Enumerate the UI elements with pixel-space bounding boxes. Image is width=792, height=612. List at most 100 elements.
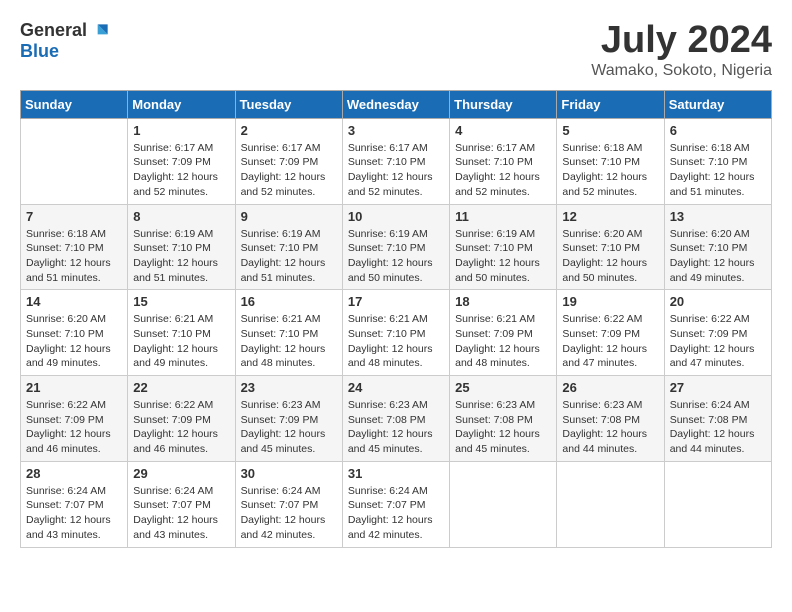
logo-general: General — [20, 20, 87, 41]
day-info: Sunrise: 6:17 AMSunset: 7:09 PMDaylight:… — [133, 141, 229, 200]
day-number: 19 — [562, 294, 658, 309]
col-friday: Friday — [557, 90, 664, 118]
col-saturday: Saturday — [664, 90, 771, 118]
day-number: 15 — [133, 294, 229, 309]
day-number: 4 — [455, 123, 551, 138]
day-info: Sunrise: 6:18 AMSunset: 7:10 PMDaylight:… — [562, 141, 658, 200]
day-number: 26 — [562, 380, 658, 395]
table-row — [450, 461, 557, 547]
day-number: 14 — [26, 294, 122, 309]
table-row: 17 Sunrise: 6:21 AMSunset: 7:10 PMDaylig… — [342, 290, 449, 376]
table-row: 30 Sunrise: 6:24 AMSunset: 7:07 PMDaylig… — [235, 461, 342, 547]
day-number: 13 — [670, 209, 766, 224]
day-info: Sunrise: 6:19 AMSunset: 7:10 PMDaylight:… — [133, 227, 229, 286]
day-number: 20 — [670, 294, 766, 309]
logo: General Blue — [20, 20, 111, 62]
day-info: Sunrise: 6:24 AMSunset: 7:07 PMDaylight:… — [133, 484, 229, 543]
table-row: 1 Sunrise: 6:17 AMSunset: 7:09 PMDayligh… — [128, 118, 235, 204]
table-row: 10 Sunrise: 6:19 AMSunset: 7:10 PMDaylig… — [342, 204, 449, 290]
day-info: Sunrise: 6:22 AMSunset: 7:09 PMDaylight:… — [26, 398, 122, 457]
day-number: 17 — [348, 294, 444, 309]
day-info: Sunrise: 6:18 AMSunset: 7:10 PMDaylight:… — [670, 141, 766, 200]
day-info: Sunrise: 6:19 AMSunset: 7:10 PMDaylight:… — [241, 227, 337, 286]
page-header: General Blue July 2024 Wamako, Sokoto, N… — [20, 20, 772, 80]
table-row: 6 Sunrise: 6:18 AMSunset: 7:10 PMDayligh… — [664, 118, 771, 204]
day-info: Sunrise: 6:22 AMSunset: 7:09 PMDaylight:… — [562, 312, 658, 371]
day-number: 27 — [670, 380, 766, 395]
day-number: 21 — [26, 380, 122, 395]
table-row: 23 Sunrise: 6:23 AMSunset: 7:09 PMDaylig… — [235, 376, 342, 462]
title-block: July 2024 Wamako, Sokoto, Nigeria — [591, 20, 772, 80]
day-info: Sunrise: 6:24 AMSunset: 7:08 PMDaylight:… — [670, 398, 766, 457]
table-row: 18 Sunrise: 6:21 AMSunset: 7:09 PMDaylig… — [450, 290, 557, 376]
table-row: 16 Sunrise: 6:21 AMSunset: 7:10 PMDaylig… — [235, 290, 342, 376]
table-row: 5 Sunrise: 6:18 AMSunset: 7:10 PMDayligh… — [557, 118, 664, 204]
day-number: 11 — [455, 209, 551, 224]
day-number: 24 — [348, 380, 444, 395]
day-number: 3 — [348, 123, 444, 138]
day-info: Sunrise: 6:22 AMSunset: 7:09 PMDaylight:… — [133, 398, 229, 457]
day-number: 25 — [455, 380, 551, 395]
day-number: 9 — [241, 209, 337, 224]
table-row: 14 Sunrise: 6:20 AMSunset: 7:10 PMDaylig… — [21, 290, 128, 376]
day-info: Sunrise: 6:23 AMSunset: 7:08 PMDaylight:… — [562, 398, 658, 457]
day-number: 10 — [348, 209, 444, 224]
day-number: 18 — [455, 294, 551, 309]
month-year: July 2024 — [591, 20, 772, 62]
day-info: Sunrise: 6:18 AMSunset: 7:10 PMDaylight:… — [26, 227, 122, 286]
table-row: 15 Sunrise: 6:21 AMSunset: 7:10 PMDaylig… — [128, 290, 235, 376]
table-row: 19 Sunrise: 6:22 AMSunset: 7:09 PMDaylig… — [557, 290, 664, 376]
day-info: Sunrise: 6:20 AMSunset: 7:10 PMDaylight:… — [26, 312, 122, 371]
calendar-table: Sunday Monday Tuesday Wednesday Thursday… — [20, 90, 772, 548]
table-row: 31 Sunrise: 6:24 AMSunset: 7:07 PMDaylig… — [342, 461, 449, 547]
table-row: 22 Sunrise: 6:22 AMSunset: 7:09 PMDaylig… — [128, 376, 235, 462]
day-info: Sunrise: 6:17 AMSunset: 7:09 PMDaylight:… — [241, 141, 337, 200]
day-info: Sunrise: 6:19 AMSunset: 7:10 PMDaylight:… — [455, 227, 551, 286]
day-number: 5 — [562, 123, 658, 138]
day-number: 16 — [241, 294, 337, 309]
day-info: Sunrise: 6:17 AMSunset: 7:10 PMDaylight:… — [455, 141, 551, 200]
col-wednesday: Wednesday — [342, 90, 449, 118]
table-row: 27 Sunrise: 6:24 AMSunset: 7:08 PMDaylig… — [664, 376, 771, 462]
day-number: 12 — [562, 209, 658, 224]
table-row — [664, 461, 771, 547]
table-row: 29 Sunrise: 6:24 AMSunset: 7:07 PMDaylig… — [128, 461, 235, 547]
day-number: 31 — [348, 466, 444, 481]
table-row: 8 Sunrise: 6:19 AMSunset: 7:10 PMDayligh… — [128, 204, 235, 290]
day-info: Sunrise: 6:21 AMSunset: 7:10 PMDaylight:… — [348, 312, 444, 371]
day-info: Sunrise: 6:24 AMSunset: 7:07 PMDaylight:… — [348, 484, 444, 543]
table-row: 20 Sunrise: 6:22 AMSunset: 7:09 PMDaylig… — [664, 290, 771, 376]
day-info: Sunrise: 6:21 AMSunset: 7:10 PMDaylight:… — [241, 312, 337, 371]
table-row: 3 Sunrise: 6:17 AMSunset: 7:10 PMDayligh… — [342, 118, 449, 204]
col-sunday: Sunday — [21, 90, 128, 118]
day-info: Sunrise: 6:23 AMSunset: 7:08 PMDaylight:… — [455, 398, 551, 457]
day-info: Sunrise: 6:23 AMSunset: 7:09 PMDaylight:… — [241, 398, 337, 457]
day-number: 2 — [241, 123, 337, 138]
day-info: Sunrise: 6:22 AMSunset: 7:09 PMDaylight:… — [670, 312, 766, 371]
day-number: 8 — [133, 209, 229, 224]
table-row: 24 Sunrise: 6:23 AMSunset: 7:08 PMDaylig… — [342, 376, 449, 462]
table-row — [21, 118, 128, 204]
table-row: 26 Sunrise: 6:23 AMSunset: 7:08 PMDaylig… — [557, 376, 664, 462]
col-tuesday: Tuesday — [235, 90, 342, 118]
col-thursday: Thursday — [450, 90, 557, 118]
table-row: 2 Sunrise: 6:17 AMSunset: 7:09 PMDayligh… — [235, 118, 342, 204]
logo-icon — [91, 21, 111, 41]
calendar-header-row: Sunday Monday Tuesday Wednesday Thursday… — [21, 90, 772, 118]
col-monday: Monday — [128, 90, 235, 118]
day-number: 29 — [133, 466, 229, 481]
day-number: 1 — [133, 123, 229, 138]
day-info: Sunrise: 6:24 AMSunset: 7:07 PMDaylight:… — [241, 484, 337, 543]
day-info: Sunrise: 6:24 AMSunset: 7:07 PMDaylight:… — [26, 484, 122, 543]
table-row: 25 Sunrise: 6:23 AMSunset: 7:08 PMDaylig… — [450, 376, 557, 462]
table-row: 28 Sunrise: 6:24 AMSunset: 7:07 PMDaylig… — [21, 461, 128, 547]
table-row: 11 Sunrise: 6:19 AMSunset: 7:10 PMDaylig… — [450, 204, 557, 290]
day-info: Sunrise: 6:23 AMSunset: 7:08 PMDaylight:… — [348, 398, 444, 457]
table-row: 9 Sunrise: 6:19 AMSunset: 7:10 PMDayligh… — [235, 204, 342, 290]
table-row: 12 Sunrise: 6:20 AMSunset: 7:10 PMDaylig… — [557, 204, 664, 290]
day-info: Sunrise: 6:21 AMSunset: 7:10 PMDaylight:… — [133, 312, 229, 371]
day-number: 7 — [26, 209, 122, 224]
table-row: 7 Sunrise: 6:18 AMSunset: 7:10 PMDayligh… — [21, 204, 128, 290]
day-info: Sunrise: 6:17 AMSunset: 7:10 PMDaylight:… — [348, 141, 444, 200]
table-row — [557, 461, 664, 547]
